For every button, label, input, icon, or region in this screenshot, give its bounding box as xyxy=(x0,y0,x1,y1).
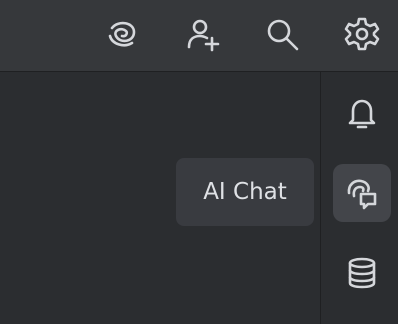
ai-chat-tooltip: AI Chat xyxy=(176,158,314,226)
right-tool-window-bar xyxy=(320,72,398,324)
add-user-icon[interactable] xyxy=(182,14,222,54)
tooltip-label: AI Chat xyxy=(203,179,287,205)
bell-icon[interactable] xyxy=(333,84,391,142)
search-icon[interactable] xyxy=(262,14,302,54)
ai-chat-icon[interactable] xyxy=(333,164,391,222)
database-icon[interactable] xyxy=(333,244,391,302)
main-toolbar xyxy=(0,0,398,72)
gear-icon[interactable] xyxy=(342,14,382,54)
ai-assistant-icon[interactable] xyxy=(102,14,142,54)
